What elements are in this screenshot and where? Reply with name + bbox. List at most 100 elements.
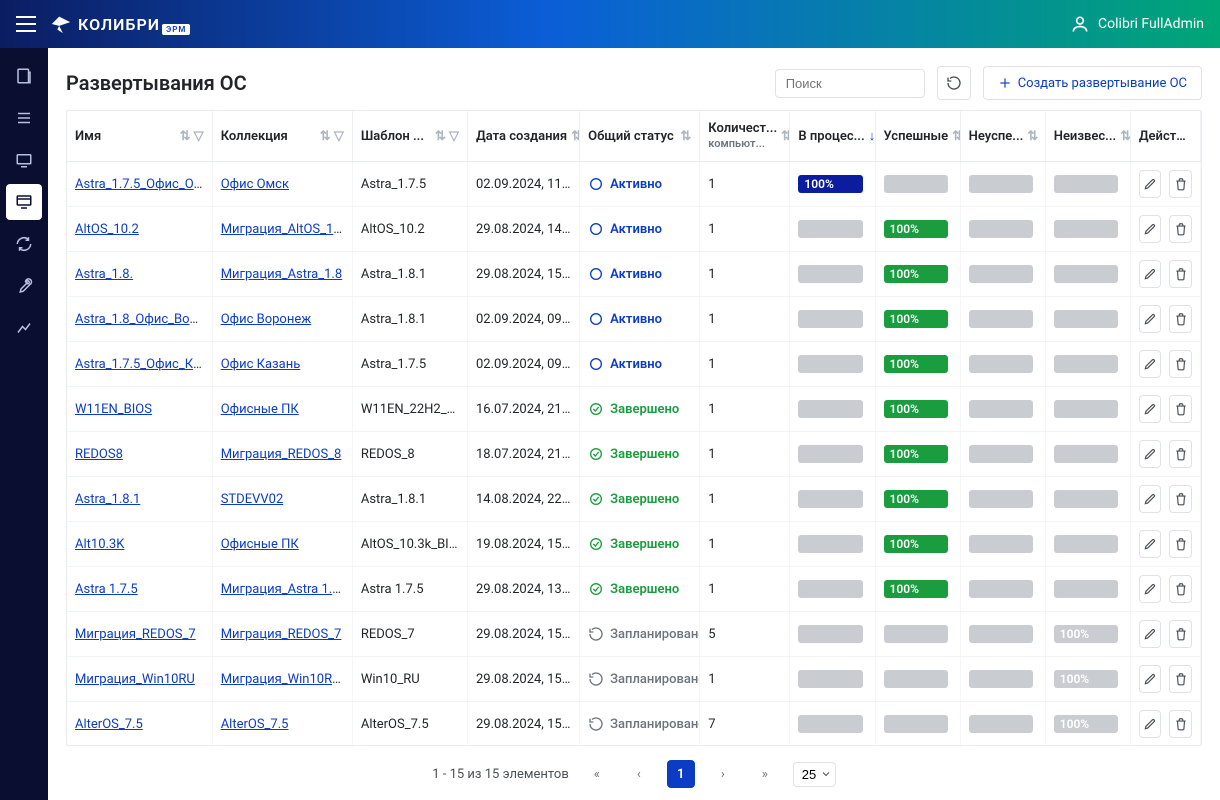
created-cell: 29.08.2024, 15:15 xyxy=(468,612,580,657)
progress-bar: . xyxy=(1054,175,1119,193)
col-count[interactable]: Количест...компьют...⇅ xyxy=(700,111,790,162)
status-cell: Активно xyxy=(588,311,691,327)
progress-bar: 100% xyxy=(1054,715,1119,733)
delete-button[interactable] xyxy=(1169,215,1192,243)
deployment-link[interactable]: AltOS_10.2 xyxy=(75,222,139,237)
status-cell: Завершено xyxy=(588,581,691,597)
collection-link[interactable]: Миграция_AltOS_10.2 xyxy=(221,222,352,237)
count-cell: 1 xyxy=(700,207,790,252)
deployment-link[interactable]: REDOS8 xyxy=(75,447,123,462)
col-success[interactable]: Успешные⇅ xyxy=(875,111,960,162)
col-created[interactable]: Дата создания⇅ xyxy=(468,111,580,162)
col-failure[interactable]: Неуспе...⇅ xyxy=(960,111,1045,162)
deployment-link[interactable]: Миграция_Win10RU xyxy=(75,672,195,687)
delete-button[interactable] xyxy=(1169,440,1192,468)
progress-bar: . xyxy=(798,490,863,508)
sidebar-item-5[interactable] xyxy=(6,226,42,262)
delete-button[interactable] xyxy=(1169,260,1192,288)
progress-bar: . xyxy=(969,490,1034,508)
count-cell: 1 xyxy=(700,477,790,522)
deployment-link[interactable]: Astra_1.7.5_Офис_Казань xyxy=(75,357,212,372)
menu-toggle[interactable] xyxy=(16,16,36,32)
delete-button[interactable] xyxy=(1169,710,1192,738)
edit-button[interactable] xyxy=(1139,260,1162,288)
progress-bar: 100% xyxy=(884,445,949,463)
col-template[interactable]: Шаблон ...⇅ ▽ xyxy=(352,111,467,162)
pager-pagesize[interactable]: 25 xyxy=(793,762,836,787)
template-cell: AltOS_10.2 xyxy=(352,207,467,252)
edit-button[interactable] xyxy=(1139,665,1162,693)
pager-page-1[interactable]: 1 xyxy=(667,760,695,788)
deployment-link[interactable]: AlterOS_7.5 xyxy=(75,717,143,732)
sidebar-item-2[interactable] xyxy=(6,100,42,136)
collection-link[interactable]: Миграция_REDOS_7 xyxy=(221,627,342,642)
delete-button[interactable] xyxy=(1169,170,1192,198)
pager-first[interactable]: « xyxy=(583,760,611,788)
delete-button[interactable] xyxy=(1169,665,1192,693)
edit-button[interactable] xyxy=(1139,215,1162,243)
create-deployment-button[interactable]: Создать развертывание ОС xyxy=(983,66,1202,100)
template-cell: Astra 1.7.5 xyxy=(352,567,467,612)
pager-next[interactable]: › xyxy=(709,760,737,788)
pager-summary: 1 - 15 из 15 элементов xyxy=(432,767,569,782)
delete-button[interactable] xyxy=(1169,530,1192,558)
edit-button[interactable] xyxy=(1139,440,1162,468)
edit-button[interactable] xyxy=(1139,710,1162,738)
edit-button[interactable] xyxy=(1139,620,1162,648)
col-unknown[interactable]: Неизвес...⇅ xyxy=(1045,111,1130,162)
deployment-link[interactable]: Alt10.3K xyxy=(75,537,124,552)
sidebar-item-deployments[interactable] xyxy=(6,184,42,220)
progress-bar: 100% xyxy=(884,265,949,283)
edit-button[interactable] xyxy=(1139,170,1162,198)
edit-button[interactable] xyxy=(1139,575,1162,603)
delete-button[interactable] xyxy=(1169,305,1192,333)
collection-link[interactable]: Миграция_Astra 1.7.5 xyxy=(221,582,351,597)
sidebar-item-3[interactable] xyxy=(6,142,42,178)
deployment-link[interactable]: Astra_1.8_Офис_Воронеж xyxy=(75,312,212,327)
deployment-link[interactable]: Миграция_REDOS_7 xyxy=(75,627,196,642)
pager-last[interactable]: » xyxy=(751,760,779,788)
delete-button[interactable] xyxy=(1169,350,1192,378)
delete-button[interactable] xyxy=(1169,575,1192,603)
edit-button[interactable] xyxy=(1139,485,1162,513)
edit-button[interactable] xyxy=(1139,395,1162,423)
search-input[interactable] xyxy=(775,69,925,98)
status-cell: Завершено xyxy=(588,401,691,417)
collection-link[interactable]: Офис Омск xyxy=(221,177,289,192)
collection-link[interactable]: Миграция_Win10RU_... xyxy=(221,672,353,687)
edit-button[interactable] xyxy=(1139,530,1162,558)
delete-button[interactable] xyxy=(1169,620,1192,648)
progress-bar: . xyxy=(969,265,1034,283)
delete-button[interactable] xyxy=(1169,485,1192,513)
collection-link[interactable]: Миграция_Astra_1.8 xyxy=(221,267,342,282)
table-row: Миграция_Win10RU Миграция_Win10RU_... Wi… xyxy=(67,657,1201,702)
col-collection[interactable]: Коллекция⇅ ▽ xyxy=(212,111,352,162)
delete-button[interactable] xyxy=(1169,395,1192,423)
collection-link[interactable]: Офисные ПК xyxy=(221,537,299,552)
progress-bar: . xyxy=(798,715,863,733)
deployment-link[interactable]: Astra_1.8.1 xyxy=(75,492,140,507)
refresh-button[interactable] xyxy=(937,66,971,100)
collection-link[interactable]: Офисные ПК xyxy=(221,402,299,417)
col-name[interactable]: Имя⇅ ▽ xyxy=(67,111,212,162)
sidebar-item-1[interactable] xyxy=(6,58,42,94)
collection-link[interactable]: STDEVV02 xyxy=(221,492,284,507)
collection-link[interactable]: Миграция_REDOS_8 xyxy=(221,447,342,462)
collection-link[interactable]: Офис Казань xyxy=(221,357,301,372)
deployment-link[interactable]: Astra_1.8. xyxy=(75,267,133,282)
col-in-progress[interactable]: В процес...↓ xyxy=(790,111,875,162)
edit-button[interactable] xyxy=(1139,305,1162,333)
edit-button[interactable] xyxy=(1139,350,1162,378)
pager-prev[interactable]: ‹ xyxy=(625,760,653,788)
deployment-link[interactable]: Astra 1.7.5 xyxy=(75,582,138,597)
sidebar-item-6[interactable] xyxy=(6,268,42,304)
collection-link[interactable]: AlterOS_7.5 xyxy=(221,717,289,732)
deployment-link[interactable]: W11EN_BIOS xyxy=(75,402,152,417)
user-menu[interactable]: Colibri FullAdmin xyxy=(1070,14,1204,34)
collection-link[interactable]: Офис Воронеж xyxy=(221,312,312,327)
col-status[interactable]: Общий статус⇅ xyxy=(580,111,700,162)
status-cell: Запланировано xyxy=(588,716,691,732)
user-name: Colibri FullAdmin xyxy=(1098,16,1204,32)
sidebar-item-7[interactable] xyxy=(6,310,42,346)
deployment-link[interactable]: Astra_1.7.5_Офис_Омск xyxy=(75,177,212,192)
